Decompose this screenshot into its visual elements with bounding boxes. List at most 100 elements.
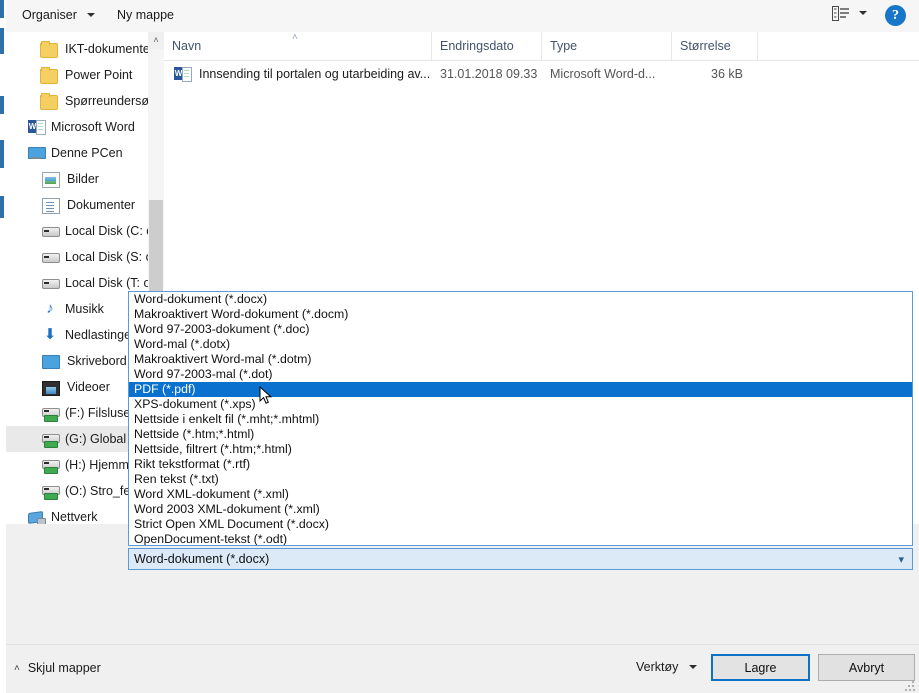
sidebar-item[interactable]: IKT-dokumenter — [6, 36, 151, 62]
chevron-down-icon[interactable]: ▾ — [898, 553, 904, 566]
drive-icon — [42, 249, 60, 265]
sidebar-item[interactable]: Bilder — [6, 166, 151, 192]
sidebar-item-label: Spørreundersøke — [65, 94, 151, 108]
cancel-label: Avbryt — [848, 660, 885, 675]
new-folder-label: Ny mappe — [117, 8, 174, 22]
filetype-dropdown-list[interactable]: Word-dokument (*.docx) Makroaktivert Word… — [128, 291, 913, 546]
filetype-option[interactable]: Word 97-2003-mal (*.dot) — [129, 367, 912, 382]
sidebar-item[interactable]: Spørreundersøke — [6, 88, 151, 114]
tools-label: Verktøy — [636, 660, 679, 674]
dialog-footer: ˄ Skjul mapper Verktøy Lagre Avbryt — [6, 644, 919, 693]
details-view-icon — [832, 6, 850, 21]
sidebar-item-label: Musikk — [65, 302, 104, 316]
chevron-down-icon — [688, 664, 697, 669]
tools-menu-button[interactable]: Verktøy — [636, 660, 697, 674]
network-icon — [28, 509, 46, 524]
scroll-up-arrow-icon[interactable]: ˄ — [148, 32, 164, 49]
filetype-option[interactable]: Word-mal (*.dotx) — [129, 337, 912, 352]
desktop-icon — [42, 355, 60, 369]
word-document-icon: W — [174, 66, 192, 82]
filetype-option[interactable]: Word 97-2003-dokument (*.doc) — [129, 322, 912, 337]
filetype-value: Word-dokument (*.docx) — [134, 552, 270, 566]
music-icon: ♪ — [46, 300, 54, 317]
sidebar-item[interactable]: Local Disk (C: on — [6, 218, 151, 244]
sidebar-item[interactable]: Local Disk (S: on — [6, 244, 151, 270]
column-header-storrelse[interactable]: Størrelse — [672, 32, 758, 60]
new-folder-button[interactable]: Ny mappe — [111, 7, 180, 23]
table-row[interactable]: W Innsending til portalen og utarbeiding… — [164, 60, 919, 88]
sidebar-item[interactable]: Power Point — [6, 62, 151, 88]
hide-folders-button[interactable]: ˄ Skjul mapper — [14, 661, 101, 675]
save-as-dialog: Organiser Ny mappe ? IKT-dokumenter Powe… — [0, 0, 919, 693]
filetype-option[interactable]: Strict Open XML Document (*.docx) — [129, 517, 912, 532]
help-label: ? — [892, 8, 899, 23]
column-label: Endringsdato — [440, 39, 514, 53]
sidebar-item-label: Denne PCen — [51, 146, 123, 160]
resize-grip[interactable] — [905, 681, 915, 691]
dialog-toolbar: Organiser Ny mappe ? — [6, 0, 919, 33]
mouse-cursor — [259, 385, 273, 406]
file-name-cell[interactable]: W Innsending til portalen og utarbeiding… — [174, 66, 430, 82]
filetype-option[interactable]: Makroaktivert Word-dokument (*.docm) — [129, 307, 912, 322]
word-icon: W — [28, 119, 46, 135]
filetype-option[interactable]: Nettside i enkelt fil (*.mht;*.mhtml) — [129, 412, 912, 427]
filetype-option[interactable]: Word-dokument (*.docx) — [129, 292, 912, 307]
sidebar-item-label: Microsoft Word — [51, 120, 135, 134]
help-button[interactable]: ? — [885, 5, 906, 26]
sidebar-item-label: Skrivebord — [67, 354, 127, 368]
column-label: Størrelse — [680, 39, 731, 53]
hide-folders-label: Skjul mapper — [27, 661, 101, 675]
organise-label: Organiser — [22, 8, 77, 22]
filetype-combobox[interactable]: Word-dokument (*.docx) ▾ — [128, 548, 913, 570]
filetype-option[interactable]: XPS-dokument (*.xps) — [129, 397, 912, 412]
sidebar-item[interactable]: W Microsoft Word — [6, 114, 151, 140]
chevron-down-icon — [859, 10, 867, 15]
computer-icon — [28, 145, 46, 161]
filetype-option[interactable]: Word 2003 XML-dokument (*.xml) — [129, 502, 912, 517]
filetype-option[interactable]: Nettside (*.htm;*.html) — [129, 427, 912, 442]
scrollbar-thumb[interactable] — [149, 200, 163, 296]
column-header-endringsdato[interactable]: Endringsdato — [432, 32, 542, 60]
sidebar-item-label: Local Disk (T: on — [65, 276, 151, 290]
sidebar-item[interactable]: Denne PCen — [6, 140, 151, 166]
sidebar-item-label: Local Disk (S: on — [65, 250, 151, 264]
column-header-navn[interactable]: Navn ˄ — [164, 32, 432, 60]
sidebar-item-label: Nedlastinger — [65, 328, 136, 342]
sidebar-item-label: (H:) Hjemme — [65, 458, 136, 472]
sidebar-item-label: Power Point — [65, 68, 133, 82]
filetype-option[interactable]: Ren tekst (*.txt) — [129, 472, 912, 487]
view-mode-control[interactable] — [832, 6, 867, 21]
network-drive-icon — [42, 405, 60, 422]
sidebar-item-label: (F:) Filsluse — [65, 406, 131, 420]
save-button[interactable]: Lagre — [711, 654, 810, 681]
filetype-option[interactable]: OpenDocument-tekst (*.odt) — [129, 532, 912, 545]
filetype-option[interactable]: Rikt tekstformat (*.rtf) — [129, 457, 912, 472]
column-label: Navn — [172, 39, 202, 53]
filetype-option[interactable]: Makroaktivert Word-mal (*.dotm) — [129, 352, 912, 367]
chevron-up-icon: ˄ — [14, 662, 20, 674]
column-header-type[interactable]: Type — [542, 32, 672, 60]
filetype-option[interactable]: Word XML-dokument (*.xml) — [129, 487, 912, 502]
filetype-option[interactable]: PDF (*.pdf) — [129, 382, 912, 397]
file-type-cell: Microsoft Word-d... — [550, 67, 656, 81]
network-drive-icon — [42, 483, 60, 500]
sidebar-item-label: Dokumenter — [67, 198, 136, 212]
cancel-button[interactable]: Avbryt — [818, 654, 915, 681]
sidebar-item-label: Local Disk (C: on — [65, 224, 151, 238]
column-label: Type — [550, 39, 578, 53]
folder-icon — [40, 92, 58, 110]
organise-menu-button[interactable]: Organiser — [16, 7, 101, 23]
file-size-cell: 36 kB — [711, 67, 743, 81]
drive-icon — [42, 223, 60, 239]
documents-icon — [42, 197, 60, 214]
sidebar-item-label: Nettverk — [51, 510, 98, 524]
sort-ascending-icon: ˄ — [292, 32, 298, 43]
filetype-option[interactable]: Nettside, filtrert (*.htm;*.html) — [129, 442, 912, 457]
sidebar-item-label: Videoer — [67, 380, 110, 394]
pictures-icon — [42, 171, 60, 188]
sidebar-item[interactable]: Dokumenter — [6, 192, 151, 218]
sidebar-item-label: IKT-dokumenter — [65, 42, 151, 56]
downloads-icon: ⬇ — [43, 326, 57, 343]
sidebar-item-label: Bilder — [67, 172, 99, 186]
folder-icon — [40, 66, 58, 84]
